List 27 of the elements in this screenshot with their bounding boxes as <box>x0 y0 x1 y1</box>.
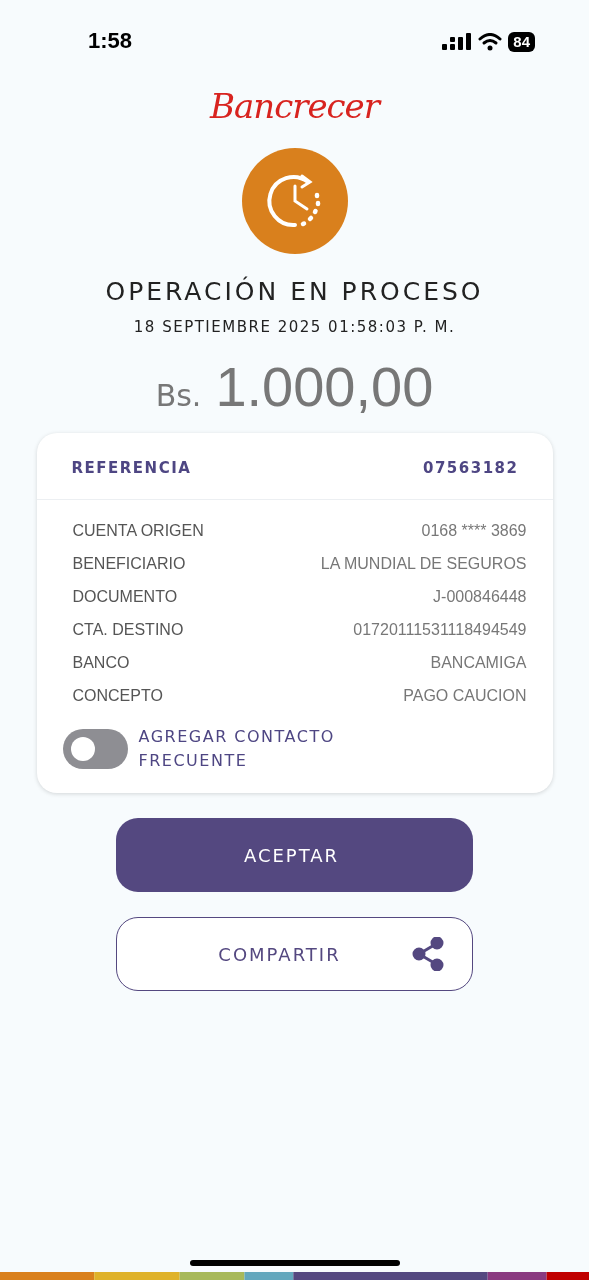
detail-label: CUENTA ORIGEN <box>72 522 204 540</box>
amount-value: 1.000,00 <box>215 354 434 419</box>
currency-label: Bs. <box>155 378 202 413</box>
detail-label: BENEFICIARIO <box>72 555 186 573</box>
toggle-label: AGREGAR CONTACTO FRECUENTE <box>138 726 336 772</box>
signal-icon <box>442 33 473 51</box>
detail-value: 0168 **** 3869 <box>421 522 527 540</box>
reference-label: REFERENCIA <box>71 459 192 477</box>
detail-value: 01720111531118494549 <box>353 621 527 639</box>
reference-value: 07563182 <box>423 459 519 477</box>
operation-date: 18 SEPTIEMBRE 2025 01:58:03 P. M. <box>133 318 456 336</box>
detail-label: CONCEPTO <box>72 687 163 705</box>
share-icon <box>410 937 445 971</box>
detail-value: LA MUNDIAL DE SEGUROS <box>320 555 527 573</box>
status-title: OPERACIÓN EN PROCESO <box>105 277 484 306</box>
detail-value: J-000846448 <box>433 588 527 606</box>
battery-indicator: 84 <box>508 32 535 52</box>
status-time: 1:58 <box>88 28 133 54</box>
detail-label: CTA. DESTINO <box>72 621 184 639</box>
share-button[interactable]: COMPARTIR <box>116 917 473 991</box>
detail-label: DOCUMENTO <box>72 588 178 606</box>
toggle-switch[interactable] <box>62 729 128 769</box>
detail-label: BANCO <box>72 654 130 672</box>
accept-button[interactable]: ACEPTAR <box>116 818 473 892</box>
wifi-icon <box>478 33 503 51</box>
detail-value: BANCAMIGA <box>430 654 527 672</box>
detail-value: PAGO CAUCION <box>403 687 527 705</box>
